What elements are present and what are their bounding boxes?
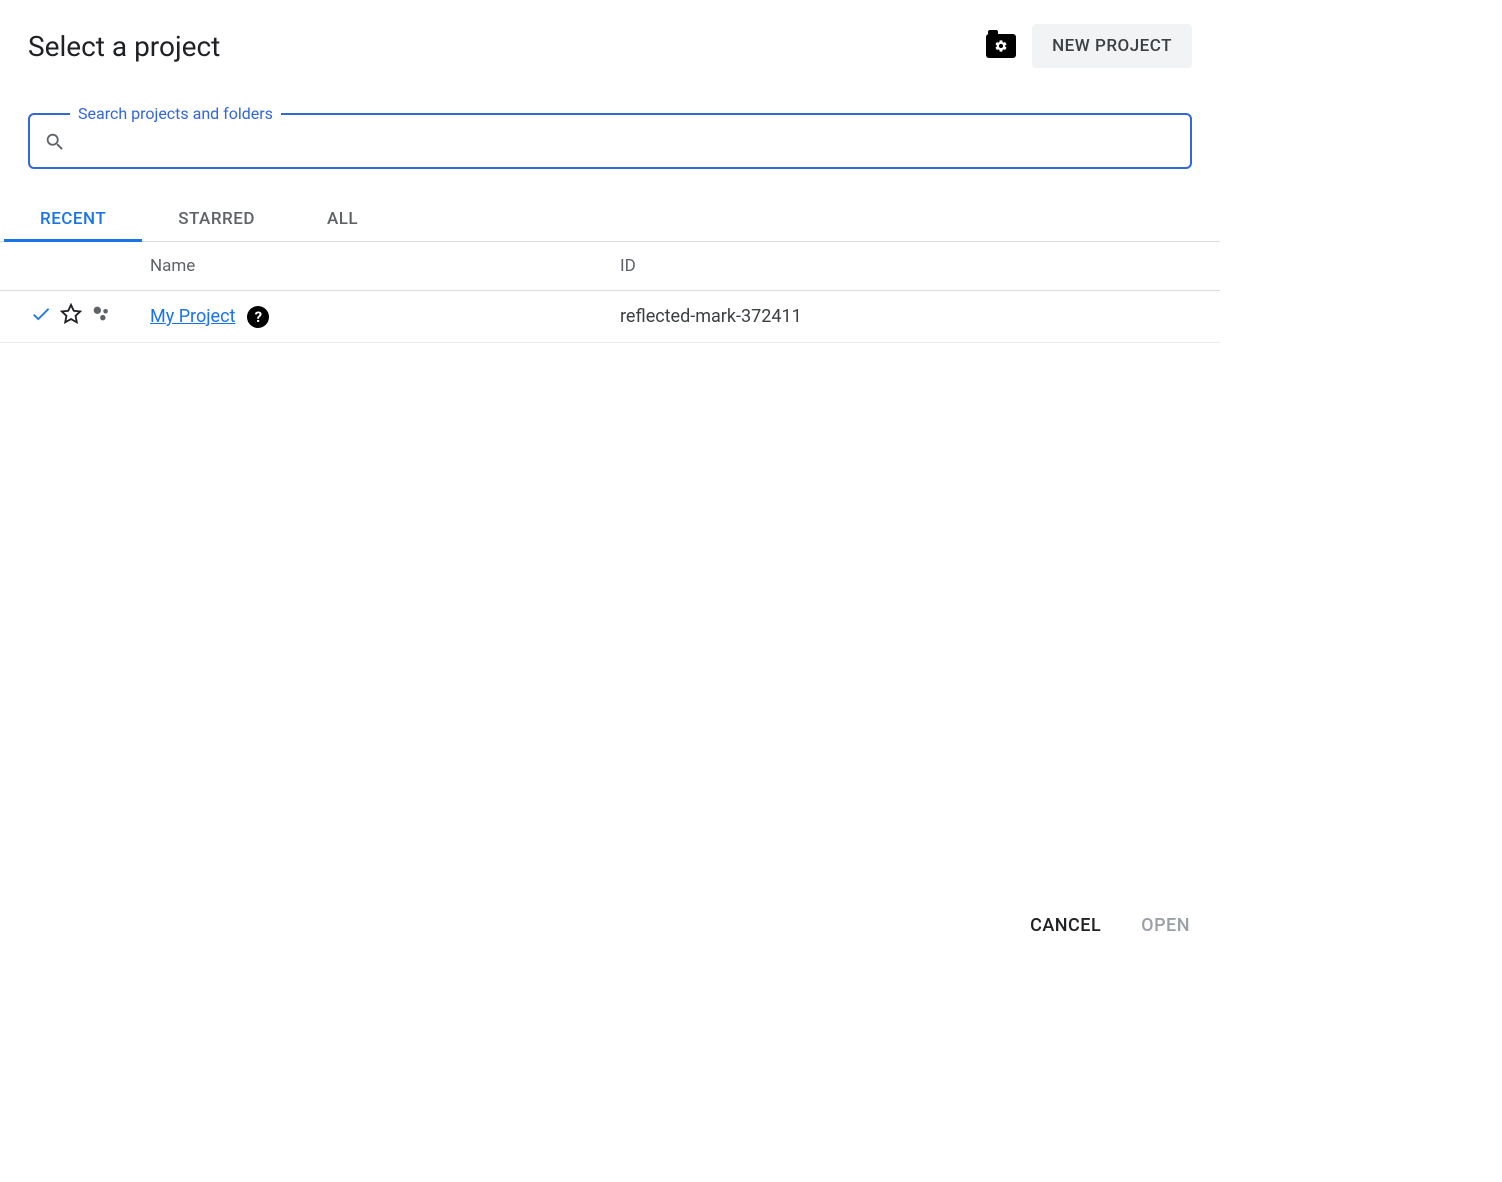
search-input[interactable] [76,132,1176,153]
search-fieldset: Search projects and folders [28,104,1192,169]
dialog-title: Select a project [28,30,220,63]
open-button[interactable]: OPEN [1141,915,1190,936]
help-icon[interactable]: ? [247,306,269,328]
project-type-icon [90,303,112,330]
search-icon [44,131,66,153]
column-icons-header [0,256,150,276]
table-header: Name ID [0,242,1220,291]
check-icon [30,303,52,330]
table-row[interactable]: My Project ? reflected-mark-372411 [0,291,1220,343]
header-actions: NEW PROJECT [986,24,1192,68]
select-project-dialog: Select a project NEW PROJECT Search proj… [0,0,1220,960]
row-id-cell: reflected-mark-372411 [620,306,1220,327]
tab-recent[interactable]: RECENT [4,197,142,241]
cancel-button[interactable]: CANCEL [1030,915,1101,936]
new-project-button[interactable]: NEW PROJECT [1032,24,1192,68]
folder-settings-icon[interactable] [986,34,1016,58]
search-container: Search projects and folders [28,104,1192,169]
star-icon[interactable] [60,303,82,330]
project-name-link[interactable]: My Project [150,306,235,327]
row-icons [0,303,150,330]
tab-all[interactable]: ALL [291,197,394,241]
row-name-cell: My Project ? [150,306,620,328]
search-row [30,123,1190,167]
dialog-footer: CANCEL OPEN [0,895,1220,960]
tab-starred[interactable]: STARRED [142,197,291,241]
column-id-header: ID [620,256,1220,276]
search-label: Search projects and folders [70,104,281,123]
project-table: Name ID My Project ? reflected-mark-3724… [0,242,1220,895]
dialog-header: Select a project NEW PROJECT [0,0,1220,68]
tabs: RECENT STARRED ALL [0,197,1220,242]
column-name-header: Name [150,256,620,276]
